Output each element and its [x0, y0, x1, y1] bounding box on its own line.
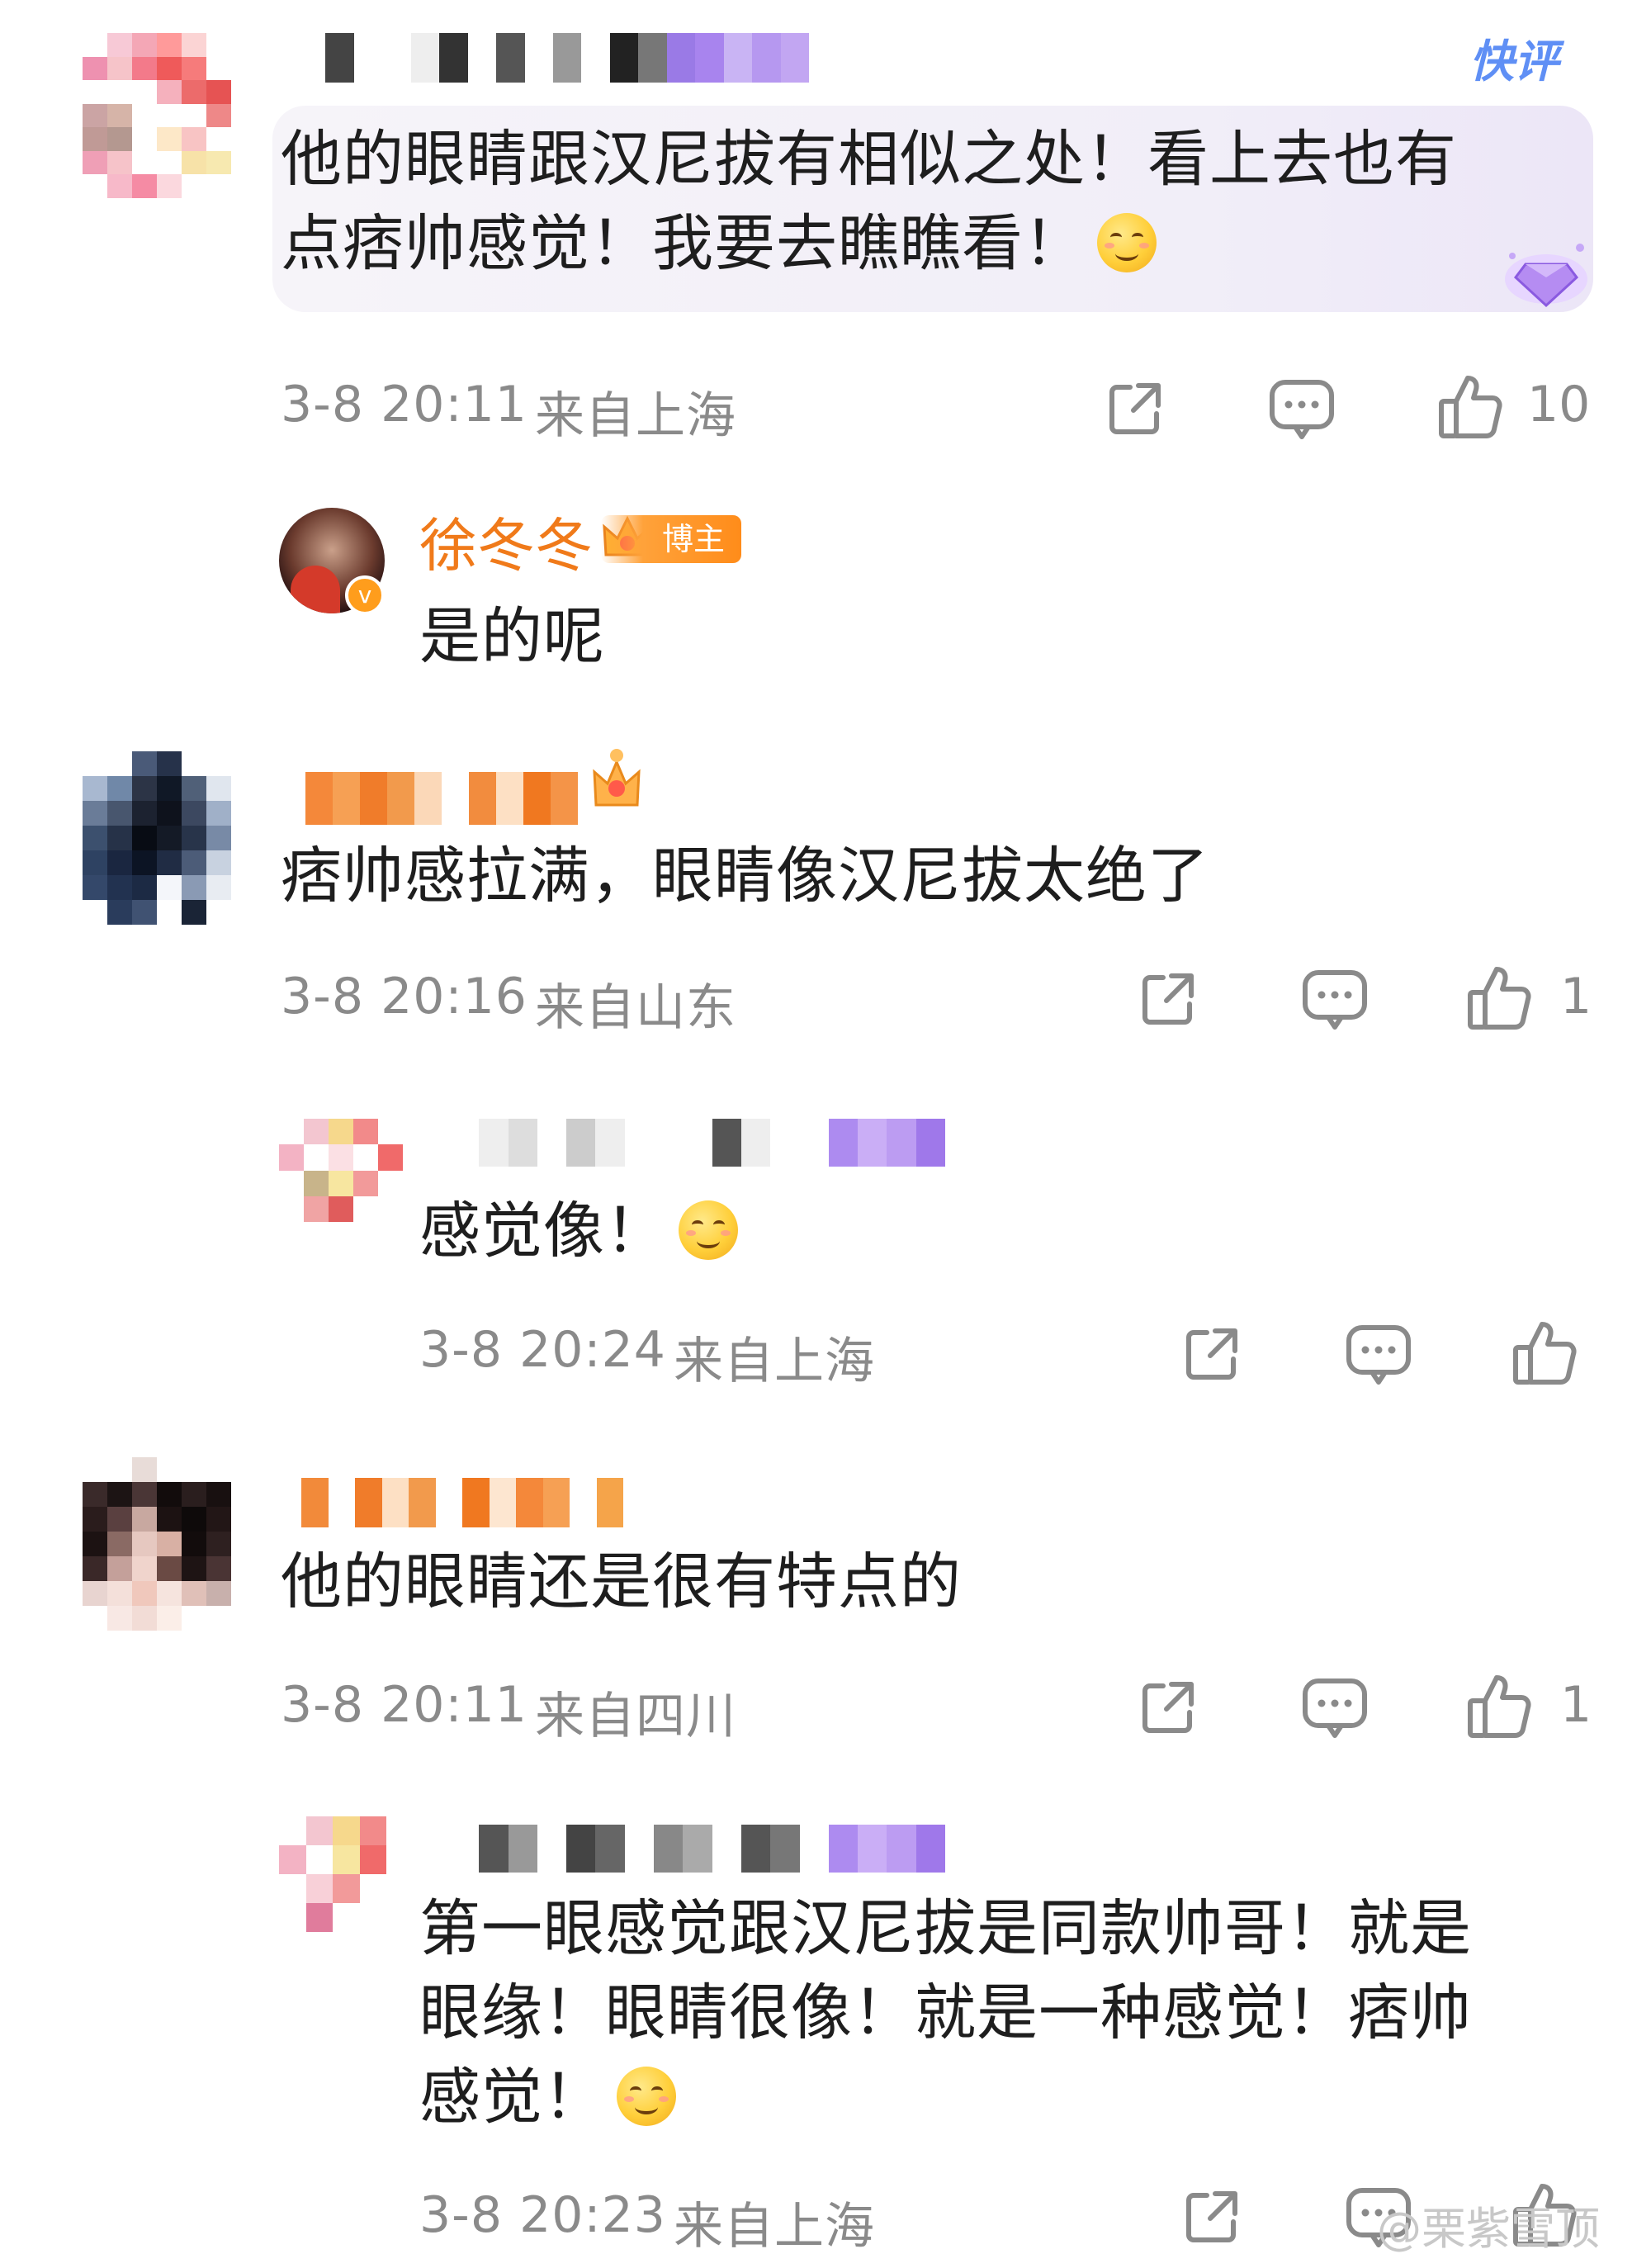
- comment-text: 他的眼睛还是很有特点的: [281, 1546, 962, 1617]
- diamond-gem-icon: [1501, 231, 1592, 314]
- smile-emoji-icon: [1097, 213, 1157, 272]
- share-icon[interactable]: [1179, 2184, 1245, 2250]
- comment-time: 3-8 20:23: [419, 2186, 666, 2244]
- comment-time: 3-8 20:16: [281, 968, 527, 1025]
- reply-icon[interactable]: [1267, 376, 1336, 442]
- share-icon[interactable]: [1135, 1674, 1201, 1740]
- like-icon[interactable]: [1465, 1671, 1531, 1740]
- avatar[interactable]: [83, 33, 231, 198]
- comment-time: 3-8 20:24: [419, 1321, 666, 1379]
- reply-icon[interactable]: [1300, 966, 1370, 1032]
- reply-text: 是的呢: [419, 601, 605, 672]
- username-blurred[interactable]: [301, 1478, 623, 1527]
- like-icon[interactable]: [1511, 1318, 1577, 1387]
- comment-location: 来自上海: [535, 387, 736, 445]
- share-icon[interactable]: [1102, 376, 1168, 442]
- smile-emoji-icon: [617, 2067, 676, 2126]
- like-count: 1: [1560, 968, 1592, 1025]
- avatar[interactable]: [279, 1119, 403, 1222]
- comment-location: 来自山东: [535, 979, 736, 1037]
- comment-time: 3-8 20:11: [281, 376, 527, 433]
- fan-level-icon: [588, 747, 646, 809]
- comment-location: 来自四川: [535, 1688, 736, 1745]
- blogger-name[interactable]: 徐冬冬: [419, 500, 593, 583]
- comment-text: 痞帅感拉满，眼睛像汉尼拔太绝了: [281, 840, 1209, 911]
- kuaiping-label[interactable]: 快评: [1469, 25, 1559, 90]
- like-count: 1: [1560, 1676, 1592, 1734]
- reply-icon[interactable]: [1300, 1674, 1370, 1740]
- avatar[interactable]: [83, 1457, 231, 1631]
- username-blurred[interactable]: [450, 1825, 945, 1873]
- avatar[interactable]: [279, 1816, 386, 1932]
- reply-text: 感觉像！: [419, 1189, 738, 1273]
- comment-location: 来自上海: [674, 1333, 875, 1390]
- username-blurred[interactable]: [305, 772, 578, 825]
- reply-icon[interactable]: [1344, 1321, 1413, 1387]
- watermark: @栗紫雪顶: [1377, 2203, 1600, 2255]
- like-icon[interactable]: [1436, 372, 1502, 441]
- username-blurred[interactable]: [450, 1119, 945, 1167]
- verified-badge-icon: v: [345, 575, 385, 615]
- smile-emoji-icon: [679, 1200, 738, 1260]
- share-icon[interactable]: [1179, 1321, 1245, 1387]
- avatar[interactable]: [83, 751, 231, 925]
- share-icon[interactable]: [1135, 966, 1201, 1032]
- comment-time: 3-8 20:11: [281, 1676, 527, 1734]
- username-blurred[interactable]: [297, 33, 809, 83]
- like-icon[interactable]: [1465, 963, 1531, 1032]
- blogger-badge: 博主: [601, 515, 742, 563]
- reply-text: 第一眼感觉跟汉尼拔是同款帅哥！就是 眼缘！眼睛很像！就是一种感觉！痞帅 感觉！: [419, 1893, 1472, 2133]
- comment-text: 他的眼睛跟汉尼拔有相似之处！看上去也有 点痞帅感觉！我要去瞧瞧看！: [281, 124, 1457, 279]
- like-count: 10: [1527, 376, 1591, 433]
- comment-location: 来自上海: [674, 2198, 875, 2256]
